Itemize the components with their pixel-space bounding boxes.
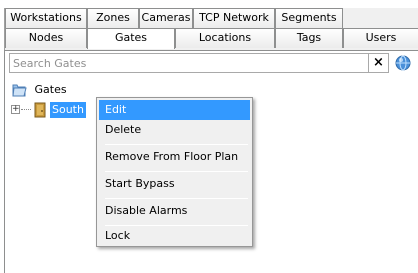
tab-locations[interactable]: Locations: [175, 28, 275, 48]
tree-connector: [21, 109, 31, 110]
menu-item-edit[interactable]: Edit: [99, 100, 250, 120]
menu-item-disable-alarms[interactable]: Disable Alarms: [99, 201, 250, 221]
menu-separator: [105, 144, 248, 145]
menu-item-remove-from-floor-plan[interactable]: Remove From Floor Plan: [99, 147, 250, 167]
tree-root-label: Gates: [34, 83, 67, 96]
menu-separator: [105, 198, 248, 199]
tree-root-gates[interactable]: Gates: [11, 81, 67, 99]
tree-expander[interactable]: +: [11, 105, 20, 114]
gates-folder-icon: [12, 84, 27, 97]
context-menu: Edit Delete Remove From Floor Plan Start…: [96, 97, 253, 247]
tab-workstations[interactable]: Workstations: [5, 8, 87, 28]
menu-separator: [105, 171, 248, 172]
tab-cameras[interactable]: Cameras: [139, 8, 193, 28]
search-row: ×: [9, 53, 418, 73]
search-input[interactable]: [9, 53, 369, 73]
menu-item-delete[interactable]: Delete: [99, 120, 250, 140]
tab-tcp-network[interactable]: TCP Network: [193, 8, 275, 28]
tab-tags[interactable]: Tags: [275, 28, 343, 48]
menu-item-lock[interactable]: Lock: [99, 226, 250, 246]
tab-zones[interactable]: Zones: [87, 8, 139, 28]
tab-segments[interactable]: Segments: [275, 8, 343, 28]
tab-gates[interactable]: Gates: [87, 28, 175, 49]
menu-item-start-bypass[interactable]: Start Bypass: [99, 174, 250, 194]
tree-item-south[interactable]: + South: [11, 101, 91, 119]
tab-users[interactable]: Users: [343, 28, 418, 48]
tree-item-label: South: [50, 102, 86, 118]
clear-search-button[interactable]: ×: [369, 53, 389, 73]
globe-search-icon[interactable]: [395, 55, 411, 71]
tab-nodes[interactable]: Nodes: [5, 28, 87, 48]
gate-door-icon: [34, 102, 46, 118]
